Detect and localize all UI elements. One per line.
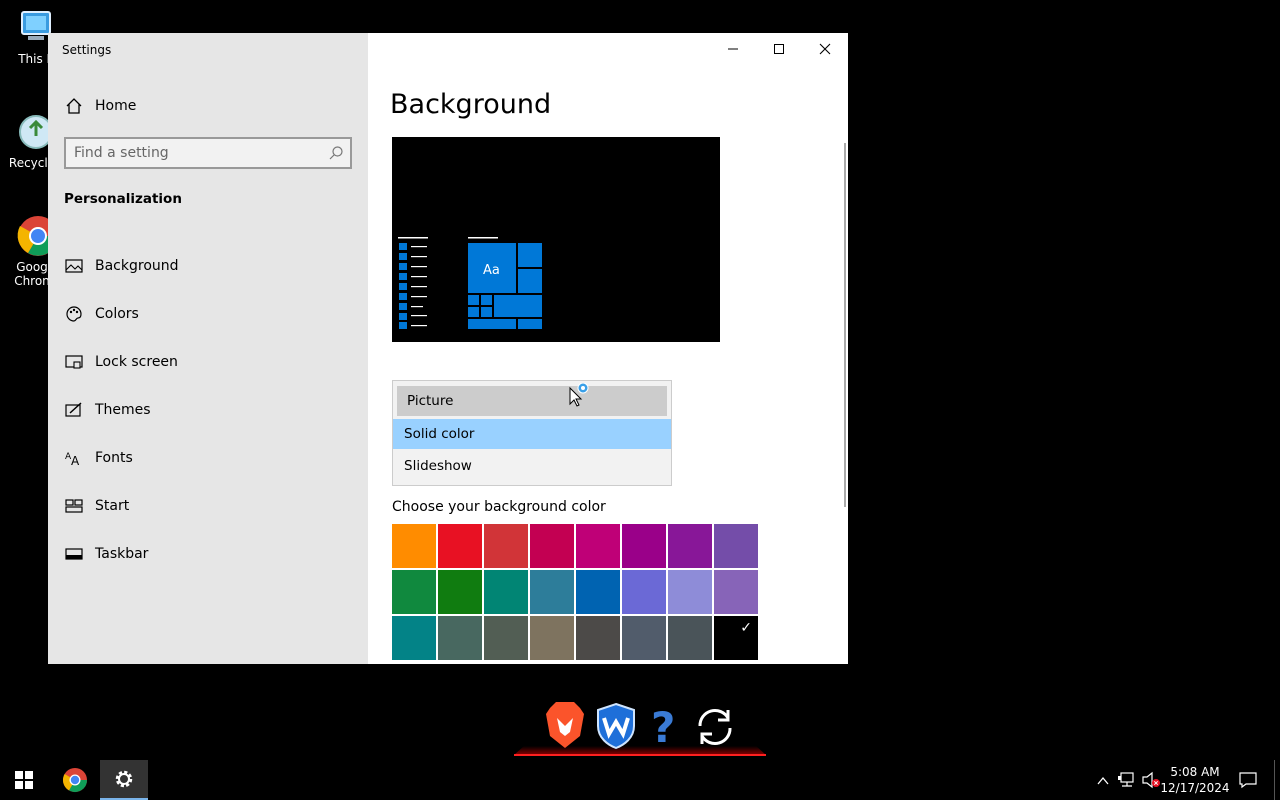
sidebar-item-background[interactable]: Background xyxy=(48,242,368,290)
action-center-icon[interactable] xyxy=(1238,771,1258,793)
svg-text:A: A xyxy=(71,454,80,466)
windows-logo-icon xyxy=(15,771,33,789)
sidebar-item-fonts[interactable]: AA Fonts xyxy=(48,434,368,482)
search-box xyxy=(64,137,352,169)
sidebar-item-home[interactable]: Home xyxy=(48,90,368,122)
refresh-icon[interactable] xyxy=(690,702,740,756)
picture-icon xyxy=(64,256,84,276)
color-swatch[interactable] xyxy=(438,524,482,568)
color-swatch[interactable] xyxy=(530,570,574,614)
taskbar-icon xyxy=(64,544,84,564)
sidebar-item-taskbar[interactable]: Taskbar xyxy=(48,530,368,578)
color-swatch[interactable] xyxy=(530,616,574,660)
close-button[interactable] xyxy=(802,33,848,65)
lock-screen-icon xyxy=(64,352,84,372)
minimize-icon xyxy=(728,48,738,50)
checkmark-icon: ✓ xyxy=(740,620,752,636)
color-swatch[interactable] xyxy=(714,524,758,568)
color-swatch[interactable] xyxy=(622,570,666,614)
color-swatch[interactable] xyxy=(392,570,436,614)
sidebar-item-label: Colors xyxy=(95,306,139,322)
color-swatch[interactable] xyxy=(530,524,574,568)
color-swatch[interactable] xyxy=(668,524,712,568)
taskbar-chrome[interactable] xyxy=(52,760,98,800)
color-swatch[interactable] xyxy=(438,616,482,660)
search-icon[interactable] xyxy=(328,145,344,165)
sidebar-item-label: Home xyxy=(95,98,137,114)
settings-window: Settings Home Personalization Background xyxy=(48,33,848,664)
taskbar-settings[interactable] xyxy=(100,760,148,800)
show-desktop-button[interactable] xyxy=(1274,760,1280,800)
help-icon[interactable]: ? xyxy=(648,702,682,754)
settings-icon xyxy=(115,770,133,788)
dropdown-option-solid-color[interactable]: Solid color xyxy=(393,419,671,449)
shield-w-icon[interactable] xyxy=(594,702,638,754)
color-swatch[interactable] xyxy=(668,616,712,660)
color-swatch[interactable] xyxy=(622,524,666,568)
color-swatch[interactable] xyxy=(576,570,620,614)
color-swatch[interactable] xyxy=(484,524,528,568)
sidebar-item-colors[interactable]: Colors xyxy=(48,290,368,338)
sidebar-item-start[interactable]: Start xyxy=(48,482,368,530)
color-swatch[interactable]: ✓ xyxy=(714,616,758,660)
sidebar-item-themes[interactable]: Themes xyxy=(48,386,368,434)
page-title: Background xyxy=(390,89,552,120)
sidebar-nav-list: Background Colors Lock screen Themes A A… xyxy=(48,242,368,578)
color-swatch[interactable] xyxy=(392,616,436,660)
sidebar-item-label: Lock screen xyxy=(95,354,178,370)
background-preview: Aa xyxy=(392,137,720,342)
dropdown-option-picture[interactable]: Picture xyxy=(397,386,667,416)
mouse-cursor-icon xyxy=(568,382,590,413)
minimize-button[interactable] xyxy=(710,33,756,65)
palette-icon xyxy=(64,304,84,324)
sidebar-item-label: Background xyxy=(95,258,179,274)
color-swatch[interactable] xyxy=(668,570,712,614)
main-content: Background Aa Picture Solid color Slides… xyxy=(368,33,848,664)
desktop-preview-graphic xyxy=(392,137,720,342)
preview-tile-text: Aa xyxy=(483,263,500,278)
sidebar-item-label: Start xyxy=(95,498,130,514)
network-icon[interactable] xyxy=(1118,771,1136,793)
sidebar-item-lock-screen[interactable]: Lock screen xyxy=(48,338,368,386)
chevron-up-icon[interactable] xyxy=(1096,773,1110,792)
maximize-button[interactable] xyxy=(756,33,802,65)
background-type-dropdown[interactable]: Picture Solid color Slideshow xyxy=(392,380,672,486)
color-swatch[interactable] xyxy=(438,570,482,614)
scrollbar[interactable] xyxy=(844,143,846,507)
chrome-icon xyxy=(62,768,87,793)
window-title: Settings xyxy=(62,43,112,57)
color-swatch[interactable] xyxy=(622,616,666,660)
fonts-icon: AA xyxy=(64,448,84,468)
color-caption: Choose your background color xyxy=(392,499,606,515)
sidebar-item-label: Themes xyxy=(95,402,151,418)
dropdown-option-slideshow[interactable]: Slideshow xyxy=(393,451,671,481)
sidebar-item-label: Taskbar xyxy=(95,546,149,562)
clock[interactable]: 5:08 AM 12/17/2024 xyxy=(1160,764,1230,796)
start-button[interactable] xyxy=(0,760,48,800)
section-title: Personalization xyxy=(64,191,182,207)
home-icon xyxy=(64,96,84,116)
color-swatch[interactable] xyxy=(576,616,620,660)
color-swatch[interactable] xyxy=(484,616,528,660)
taskbar: 5:08 AM 12/17/2024 xyxy=(0,760,1280,800)
clock-time: 5:08 AM xyxy=(1170,765,1220,779)
start-icon xyxy=(64,496,84,516)
color-swatch[interactable] xyxy=(714,570,758,614)
maximize-icon xyxy=(774,44,784,54)
color-swatch[interactable] xyxy=(392,524,436,568)
color-swatch-grid: ✓ xyxy=(392,524,760,660)
sidebar-item-label: Fonts xyxy=(95,450,133,466)
sidebar: Settings Home Personalization Background xyxy=(48,33,368,664)
search-input[interactable] xyxy=(74,144,314,162)
floating-toolbar: ? xyxy=(514,700,766,757)
themes-icon xyxy=(64,400,84,420)
close-icon xyxy=(819,43,831,55)
clock-date: 12/17/2024 xyxy=(1160,781,1230,795)
volume-muted-icon[interactable] xyxy=(1141,771,1161,793)
color-swatch[interactable] xyxy=(576,524,620,568)
svg-text:?: ? xyxy=(651,703,675,750)
color-swatch[interactable] xyxy=(484,570,528,614)
brave-icon[interactable] xyxy=(544,700,586,754)
